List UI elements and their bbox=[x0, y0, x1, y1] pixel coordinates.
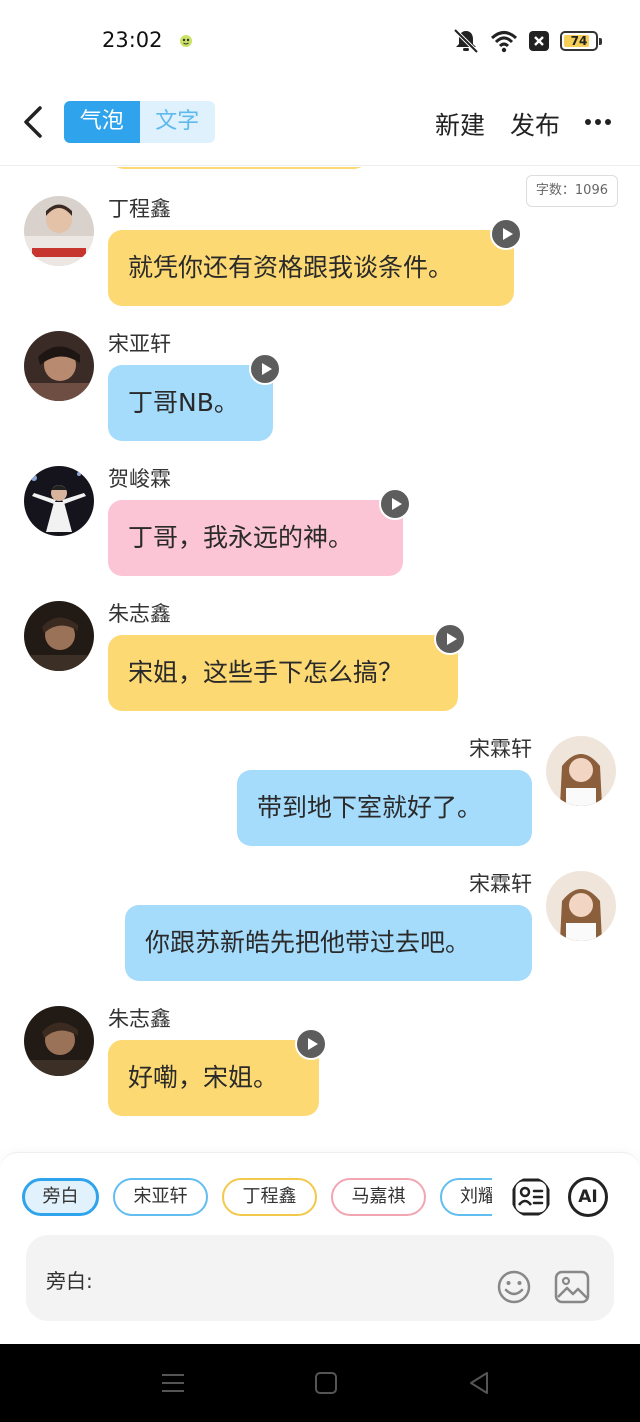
avatar[interactable] bbox=[24, 601, 94, 671]
play-audio-icon[interactable] bbox=[295, 1028, 327, 1060]
message-input[interactable]: 旁白: bbox=[26, 1235, 614, 1321]
previous-bubble bbox=[110, 167, 368, 169]
character-card-icon[interactable] bbox=[511, 1177, 551, 1217]
role-selector[interactable]: 旁白 宋亚轩 丁程鑫 马嘉祺 刘耀 bbox=[22, 1178, 492, 1218]
back-nav-icon[interactable] bbox=[466, 1370, 492, 1396]
more-options-icon[interactable] bbox=[584, 108, 612, 136]
sender-name: 宋亚轩 bbox=[108, 332, 171, 356]
system-nav-bar bbox=[0, 1344, 640, 1422]
avatar[interactable] bbox=[24, 1006, 94, 1076]
avatar[interactable] bbox=[546, 736, 616, 806]
role-chip-liu-yao[interactable]: 刘耀 bbox=[440, 1178, 492, 1216]
play-audio-icon[interactable] bbox=[490, 218, 522, 250]
image-picker-icon[interactable] bbox=[554, 1269, 590, 1305]
message-bubble[interactable]: 宋姐，这些手下怎么搞？ bbox=[108, 635, 458, 711]
sender-name: 丁程鑫 bbox=[108, 197, 171, 221]
battery-percent: 74 bbox=[570, 34, 588, 48]
input-role-label: 旁白: bbox=[46, 1269, 93, 1293]
mute-bell-icon bbox=[453, 28, 479, 54]
avatar[interactable] bbox=[546, 871, 616, 941]
message-bubble[interactable]: 就凭你还有资格跟我谈条件。 bbox=[108, 230, 514, 306]
tab-bubble[interactable]: 气泡 bbox=[64, 101, 140, 143]
status-time: 23:02 bbox=[102, 28, 163, 52]
mode-switch: 气泡 文字 bbox=[64, 101, 215, 143]
compose-panel: 旁白 宋亚轩 丁程鑫 马嘉祺 刘耀 AI 旁白: bbox=[0, 1152, 640, 1344]
app-root: 23:02 74 气泡 文字 新建 发布 字数：1096 丁程鑫 就凭你还有资格… bbox=[0, 0, 640, 1422]
status-bar: 23:02 74 bbox=[0, 0, 640, 80]
back-arrow-icon[interactable] bbox=[16, 102, 52, 142]
message-bubble[interactable]: 丁哥，我永远的神。 bbox=[108, 500, 403, 576]
tab-text[interactable]: 文字 bbox=[139, 101, 215, 143]
new-button[interactable]: 新建 bbox=[435, 106, 485, 142]
top-bar: 气泡 文字 新建 发布 bbox=[0, 80, 640, 166]
chat-area[interactable]: 字数：1096 丁程鑫 就凭你还有资格跟我谈条件。 宋亚轩 丁哥NB。 贺峻霖 … bbox=[0, 167, 640, 1152]
sender-name: 贺峻霖 bbox=[108, 467, 171, 491]
play-audio-icon[interactable] bbox=[434, 623, 466, 655]
role-chip-narration[interactable]: 旁白 bbox=[22, 1178, 99, 1216]
battery-icon: 74 bbox=[560, 31, 602, 51]
play-audio-icon[interactable] bbox=[249, 353, 281, 385]
notification-app-icon bbox=[180, 35, 192, 47]
avatar[interactable] bbox=[24, 466, 94, 536]
message-bubble[interactable]: 你跟苏新皓先把他带过去吧。 bbox=[125, 905, 532, 981]
play-audio-icon[interactable] bbox=[379, 488, 411, 520]
message-bubble[interactable]: 丁哥NB。 bbox=[108, 365, 273, 441]
sim-off-icon bbox=[529, 31, 549, 51]
recents-icon[interactable] bbox=[160, 1370, 186, 1396]
ai-button[interactable]: AI bbox=[568, 1177, 608, 1217]
avatar[interactable] bbox=[24, 196, 94, 266]
sender-name: 朱志鑫 bbox=[108, 602, 171, 626]
message-bubble[interactable]: 好嘞，宋姐。 bbox=[108, 1040, 319, 1116]
sender-name: 宋霖轩 bbox=[469, 872, 532, 896]
home-icon[interactable] bbox=[313, 1370, 339, 1396]
publish-button[interactable]: 发布 bbox=[510, 106, 560, 142]
emoji-icon[interactable] bbox=[496, 1269, 532, 1305]
word-count-badge: 字数：1096 bbox=[525, 175, 618, 207]
role-chip-song-yaxuan[interactable]: 宋亚轩 bbox=[113, 1178, 208, 1216]
message-bubble[interactable]: 带到地下室就好了。 bbox=[237, 770, 532, 846]
wifi-icon bbox=[490, 31, 518, 53]
status-icons: 74 bbox=[452, 28, 602, 54]
role-chip-ma-jiaqi[interactable]: 马嘉祺 bbox=[331, 1178, 426, 1216]
sender-name: 朱志鑫 bbox=[108, 1007, 171, 1031]
role-chip-ding-chengxin[interactable]: 丁程鑫 bbox=[222, 1178, 317, 1216]
sender-name: 宋霖轩 bbox=[469, 737, 532, 761]
avatar[interactable] bbox=[24, 331, 94, 401]
